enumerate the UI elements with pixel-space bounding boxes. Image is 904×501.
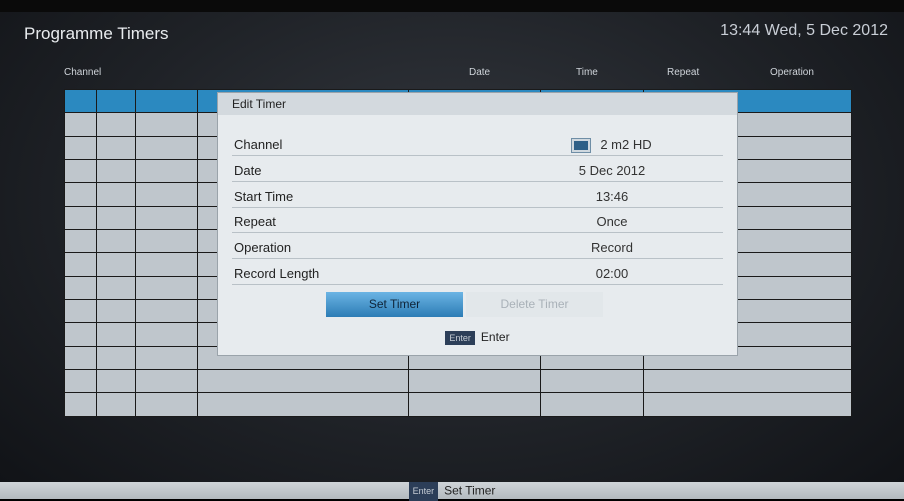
column-header-repeat: Repeat <box>667 67 700 78</box>
table-row[interactable] <box>64 392 852 417</box>
record-length-value: 02:00 <box>595 266 629 281</box>
column-header-date: Date <box>469 67 491 78</box>
clock: 13:44 Wed, 5 Dec 2012 <box>720 22 888 39</box>
edit-timer-dialog: Edit Timer Channel 2 m2 HD Date 5 Dec 20… <box>218 93 737 355</box>
date-field[interactable]: Date 5 Dec 2012 <box>232 159 723 182</box>
set-timer-button[interactable]: Set Timer <box>326 292 463 317</box>
channel-value: 2 m2 HD <box>522 137 702 153</box>
column-header-time: Time <box>576 67 598 78</box>
footer-enter-key-badge: Enter <box>408 482 439 501</box>
record-length-field[interactable]: Record Length 02:00 <box>232 262 723 285</box>
footer-hint-bar: Enter Set Timer <box>0 482 904 501</box>
column-header-channel: Channel <box>64 67 102 78</box>
channel-value-text: 2 m2 HD <box>600 137 652 152</box>
record-length-label: Record Length <box>234 266 320 281</box>
start-time-field[interactable]: Start Time 13:46 <box>232 185 723 208</box>
dialog-hint: Enter Enter <box>218 330 737 345</box>
date-value: 5 Dec 2012 <box>578 163 646 178</box>
column-header-operation: Operation <box>770 67 814 78</box>
top-strip <box>0 0 904 12</box>
delete-timer-button[interactable]: Delete Timer <box>466 292 603 317</box>
repeat-label: Repeat <box>234 214 276 229</box>
channel-label: Channel <box>234 137 283 152</box>
enter-key-badge: Enter <box>445 330 475 345</box>
start-time-value: 13:46 <box>595 189 629 204</box>
operation-label: Operation <box>234 240 292 255</box>
date-label: Date <box>234 163 262 178</box>
dialog-title: Edit Timer <box>218 93 737 115</box>
page-title: Programme Timers <box>24 24 169 43</box>
tv-screen: Programme Timers 13:44 Wed, 5 Dec 2012 C… <box>0 0 904 501</box>
channel-field[interactable]: Channel 2 m2 HD <box>232 133 723 156</box>
table-row[interactable] <box>64 369 852 394</box>
footer-hint-action: Set Timer <box>444 483 496 498</box>
repeat-value: Once <box>596 214 628 229</box>
tv-icon <box>572 139 591 153</box>
operation-field[interactable]: Operation Record <box>232 236 723 259</box>
dialog-hint-action: Enter <box>480 330 510 344</box>
start-time-label: Start Time <box>234 189 294 204</box>
operation-value: Record <box>591 240 633 255</box>
repeat-field[interactable]: Repeat Once <box>232 210 723 233</box>
